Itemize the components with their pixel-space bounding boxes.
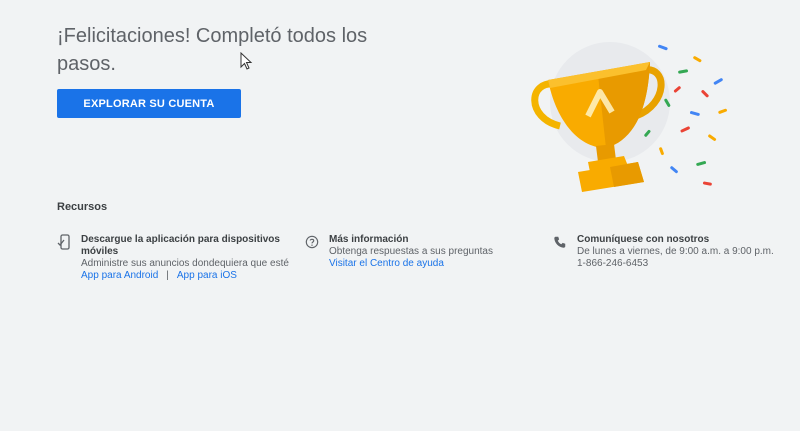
android-app-link[interactable]: App para Android — [81, 270, 158, 281]
resource-help: Más información Obtenga respuestas a sus… — [305, 234, 529, 270]
contact-hours: De lunes a viernes, de 9:00 a.m. a 9:00 … — [577, 246, 774, 257]
explore-account-button[interactable]: EXPLORAR SU CUENTA — [57, 89, 241, 118]
resource-mobile-app: Descargue la aplicación para dispositivo… — [57, 234, 303, 282]
page-title: ¡Felicitaciones! Completó todos los paso… — [57, 25, 368, 75]
ios-app-link[interactable]: App para iOS — [177, 270, 237, 281]
phone-icon — [554, 236, 566, 248]
help-circle-icon — [305, 235, 319, 249]
help-center-link[interactable]: Visitar el Centro de ayuda — [329, 258, 444, 269]
trophy-confetti-illustration — [531, 42, 727, 192]
mobile-phone-icon — [57, 234, 70, 250]
resources-heading: Recursos — [57, 201, 108, 213]
resource-help-desc: Obtenga respuestas a sus preguntas — [329, 246, 493, 257]
mouse-cursor-icon — [240, 52, 253, 70]
link-separator: | — [166, 270, 169, 281]
resource-mobile-desc: Administre sus anuncios dondequiera que … — [81, 258, 289, 269]
resource-contact: Comuníquese con nosotros De lunes a vier… — [553, 234, 792, 270]
resource-help-title: Más información — [329, 234, 409, 245]
resource-contact-title: Comuníquese con nosotros — [577, 234, 710, 245]
contact-phone: 1-866-246-6453 — [577, 258, 649, 269]
resource-mobile-title: Descargue la aplicación para dispositivo… — [81, 234, 280, 257]
